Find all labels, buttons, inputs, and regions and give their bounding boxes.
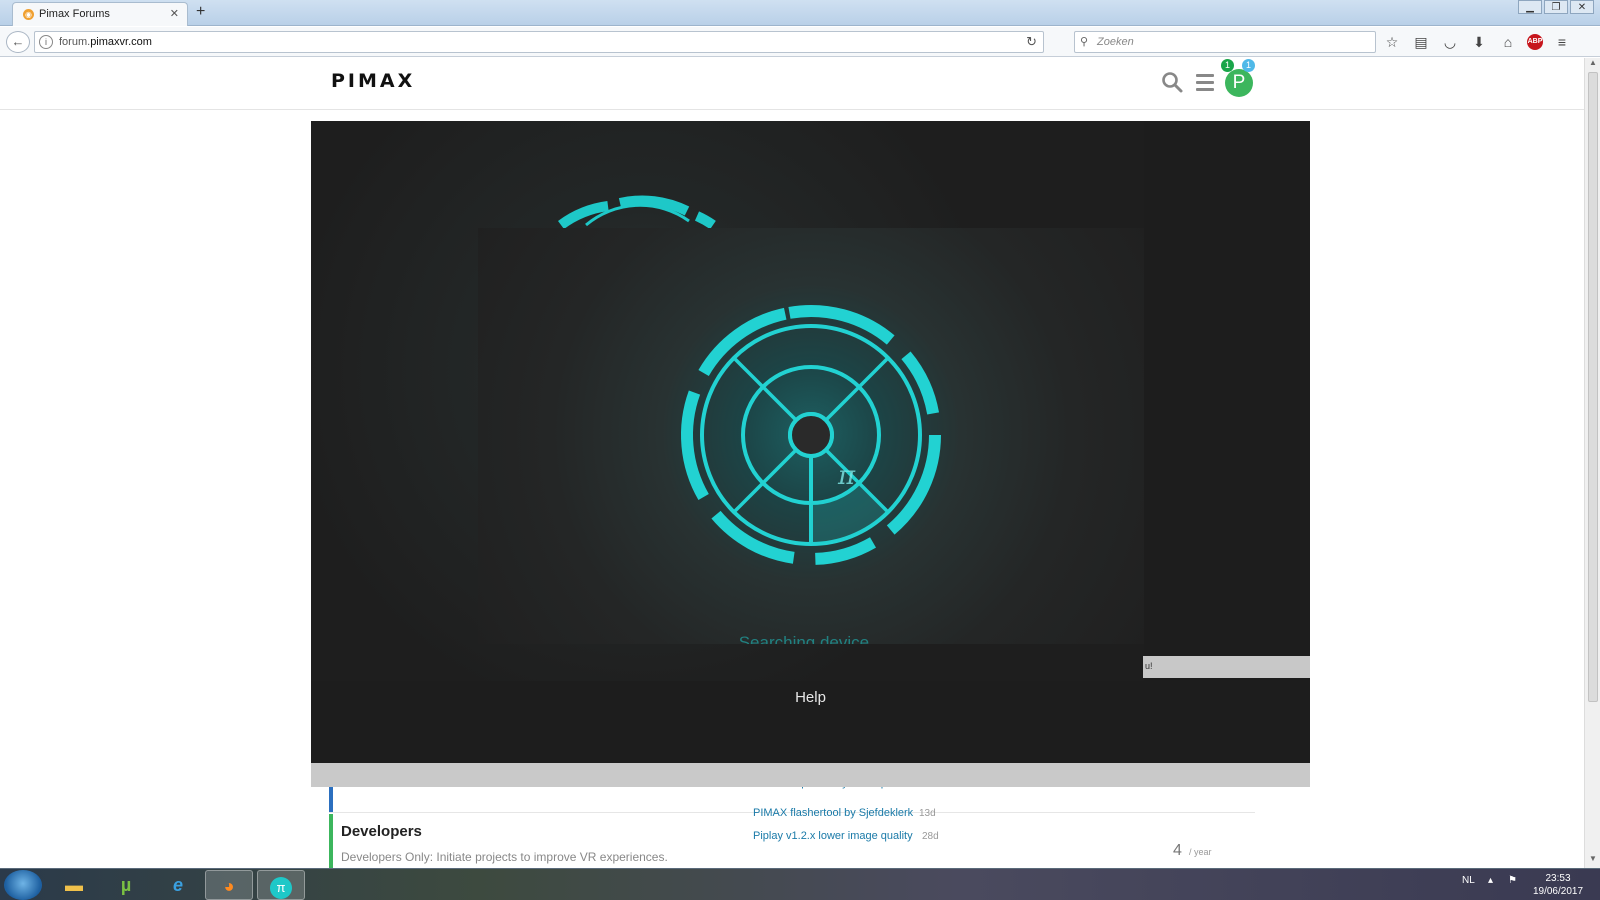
internet-explorer-icon[interactable]: e (154, 870, 202, 900)
scroll-thumb[interactable] (1588, 72, 1598, 702)
search-icon: ⚲ (1080, 36, 1089, 48)
utorrent-icon[interactable]: µ (102, 870, 150, 900)
address-bar[interactable]: i forum.pimaxvr.com ↻ (34, 31, 1044, 53)
overlay-footer-bar (311, 763, 1310, 787)
partial-logo-ring (558, 195, 716, 230)
topics-per-year-count: 4 (1173, 842, 1182, 859)
site-header: PIMAX P 1 1 (0, 58, 1584, 110)
clock-time: 23:53 (1545, 873, 1571, 884)
site-info-icon[interactable]: i (39, 35, 53, 49)
scroll-up-arrow-icon[interactable]: ▲ (1585, 58, 1600, 72)
pimax-logo[interactable]: PIMAX (331, 70, 415, 92)
action-center-flag-icon[interactable]: ⚑ (1508, 875, 1517, 886)
new-tab-button[interactable]: + (196, 3, 205, 21)
clock-date: 19/06/2017 (1532, 886, 1584, 897)
help-button[interactable]: Help (311, 689, 1310, 706)
notification-badge[interactable]: 1 (1221, 59, 1234, 72)
piplay-icon[interactable]: π (257, 870, 305, 900)
search-field[interactable]: ⚲ Zoeken (1074, 31, 1376, 53)
windows-taskbar: ▬ µ e ◕ π NL ▴ ⚑ 23:53 19/06/2017 (0, 868, 1600, 900)
searching-device-text: Searching device... (738, 633, 884, 644)
scroll-down-arrow-icon[interactable]: ▼ (1585, 854, 1600, 868)
topic-link[interactable]: PIMAX flashertool by Sjefdeklerk (753, 807, 913, 819)
reload-icon[interactable]: ↻ (1026, 34, 1037, 50)
minimize-icon[interactable]: ▁ (1518, 0, 1542, 14)
logo-ring-segment (886, 434, 941, 535)
reading-list-icon[interactable]: ▤ (1411, 31, 1431, 53)
download-icon[interactable]: ⬇ (1469, 31, 1489, 53)
toolbar-icons: ☆ ▤ ◡ ⬇ ⌂ ABP ≡ (1382, 31, 1572, 53)
restore-icon[interactable]: ❐ (1544, 0, 1568, 14)
window-controls: ▁ ❐ ✕ (1516, 0, 1594, 16)
home-icon[interactable]: ⌂ (1498, 31, 1518, 53)
category-color-bar (329, 814, 333, 868)
pimax-logo-icon: π (681, 305, 941, 565)
logo-ring-segment (698, 307, 787, 377)
page-scrollbar[interactable]: ▲ ▼ (1584, 58, 1600, 868)
logo-ring-segment (901, 351, 940, 415)
category-description: Developers Only: Initiate projects to im… (341, 850, 668, 864)
language-indicator[interactable]: NL (1462, 875, 1475, 886)
topics-per-year-unit: / year (1189, 847, 1212, 857)
message-badge[interactable]: 1 (1242, 59, 1255, 72)
tray-expand-icon[interactable]: ▴ (1488, 875, 1493, 886)
file-explorer-icon[interactable]: ▬ (50, 870, 98, 900)
search-icon[interactable] (1160, 70, 1184, 94)
user-avatar[interactable]: P (1225, 69, 1253, 97)
start-button[interactable] (4, 870, 42, 900)
menu-hamburger-icon[interactable]: ≡ (1552, 31, 1572, 53)
close-tab-icon[interactable]: ✕ (170, 7, 179, 20)
firefox-icon[interactable]: ◕ (205, 870, 253, 900)
site-favicon-icon: ◉ (23, 9, 34, 20)
pocket-icon[interactable]: ◡ (1440, 31, 1460, 53)
back-arrow-icon[interactable]: ← (6, 31, 30, 53)
tab-title: Pimax Forums (39, 8, 110, 20)
close-window-icon[interactable]: ✕ (1570, 0, 1594, 14)
pi-symbol: π (837, 461, 856, 491)
topic-link[interactable]: Piplay v1.2.x lower image quality (753, 830, 913, 842)
logo-ring-segment (711, 510, 795, 564)
category-title[interactable]: Developers (341, 823, 422, 840)
topic-age: 13d (919, 808, 936, 819)
partial-message-strip: u! (1143, 656, 1310, 678)
browser-titlebar: ◉ Pimax Forums ✕ + ▁ ❐ ✕ (0, 0, 1600, 26)
hamburger-menu-icon[interactable] (1196, 74, 1214, 91)
search-placeholder: Zoeken (1097, 36, 1134, 48)
url-text[interactable]: forum.pimaxvr.com (59, 36, 152, 48)
pimax-splash-screen: π Searching device... (478, 228, 1144, 644)
topic-age: 28d (922, 831, 939, 842)
browser-navbar: ← i forum.pimaxvr.com ↻ ⚲ Zoeken ☆ ▤ ◡ ⬇… (0, 27, 1600, 57)
system-clock[interactable]: 23:53 19/06/2017 (1528, 872, 1588, 898)
browser-tab[interactable]: ◉ Pimax Forums ✕ (12, 2, 188, 26)
bookmark-star-icon[interactable]: ☆ (1382, 31, 1402, 53)
adblock-icon[interactable]: ABP (1527, 34, 1543, 50)
